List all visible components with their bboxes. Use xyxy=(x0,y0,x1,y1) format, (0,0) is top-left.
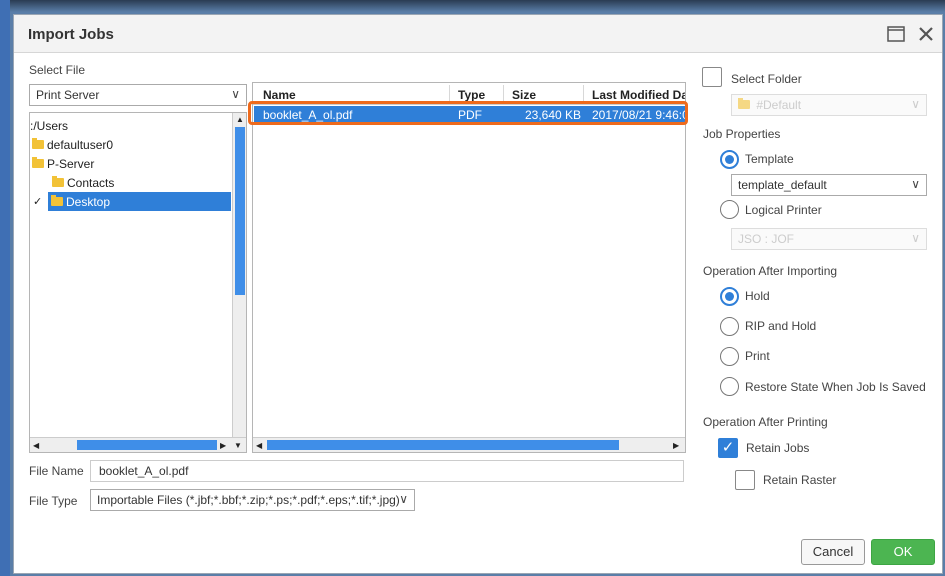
template-radio[interactable] xyxy=(720,150,739,169)
select-folder-label: Select Folder xyxy=(731,72,802,86)
tree-item-selected[interactable]: Desktop xyxy=(48,192,231,211)
background-top xyxy=(0,0,945,12)
retain-jobs-checkbox[interactable]: ✓ xyxy=(718,438,738,458)
logical-printer-select-value: JSO : JOF xyxy=(738,232,795,246)
select-file-label: Select File xyxy=(29,63,86,77)
file-type-label: File Type xyxy=(29,494,78,508)
restore-state-label: Restore State When Job Is Saved xyxy=(745,380,926,394)
retain-raster-label: Retain Raster xyxy=(763,473,837,487)
print-label: Print xyxy=(745,349,770,363)
tree-item[interactable]: P-Server xyxy=(32,154,94,173)
print-radio[interactable] xyxy=(720,347,739,366)
folder-icon xyxy=(52,176,64,187)
file-name-input[interactable]: booklet_A_ol.pdf xyxy=(90,460,684,482)
retain-jobs-label: Retain Jobs xyxy=(746,441,810,455)
template-select-value: template_default xyxy=(738,178,827,192)
hold-label: Hold xyxy=(745,289,770,303)
column-header-size[interactable]: Size xyxy=(512,88,536,102)
hold-radio[interactable] xyxy=(720,287,739,306)
tree-horizontal-scrollbar[interactable]: ◀ ▶ ▼ xyxy=(30,437,246,452)
scroll-left-icon[interactable]: ◀ xyxy=(33,441,39,450)
tree-vertical-scrollbar[interactable]: ▲ xyxy=(232,113,246,437)
folder-icon xyxy=(51,195,63,206)
folder-tree: :/Users defaultuser0 P-Server Contacts ✓… xyxy=(29,112,247,453)
logical-printer-label: Logical Printer xyxy=(745,203,822,217)
job-properties-label: Job Properties xyxy=(703,127,781,141)
expand-chevron-icon[interactable]: ✓ xyxy=(33,192,42,211)
scroll-right-icon[interactable]: ▶ xyxy=(220,441,226,450)
source-select[interactable]: Print Server ∨ xyxy=(29,84,247,106)
scroll-thumb[interactable] xyxy=(235,127,245,295)
cancel-button[interactable]: Cancel xyxy=(801,539,865,565)
column-header-type[interactable]: Type xyxy=(458,88,485,102)
column-header-name[interactable]: Name xyxy=(263,88,296,102)
scroll-right-icon[interactable]: ▶ xyxy=(673,441,679,450)
chevron-down-icon: ∨ xyxy=(399,492,408,506)
logical-printer-radio[interactable] xyxy=(720,200,739,219)
folder-icon xyxy=(32,138,44,149)
after-printing-label: Operation After Printing xyxy=(703,415,828,429)
file-type-select[interactable]: Importable Files (*.jbf;*.bbf;*.zip;*.ps… xyxy=(90,489,415,511)
dialog-titlebar: Import Jobs xyxy=(14,15,942,53)
background-left xyxy=(0,0,10,576)
tree-item[interactable]: Contacts xyxy=(52,173,114,192)
folder-select[interactable]: #Default ∨ xyxy=(731,94,927,116)
scroll-down-icon[interactable]: ▼ xyxy=(234,441,242,450)
column-header-modified[interactable]: Last Modified Da xyxy=(592,88,685,102)
template-select[interactable]: template_default ∨ xyxy=(731,174,927,196)
scroll-left-icon[interactable]: ◀ xyxy=(256,441,262,450)
retain-raster-checkbox[interactable] xyxy=(735,470,755,490)
chevron-down-icon: ∨ xyxy=(231,87,240,101)
folder-select-value: #Default xyxy=(756,98,802,112)
select-folder-checkbox[interactable] xyxy=(702,67,722,87)
dialog-title: Import Jobs xyxy=(28,26,114,43)
import-jobs-dialog: Import Jobs Select File Print Server ∨ :… xyxy=(13,14,943,574)
source-select-value: Print Server xyxy=(36,88,100,102)
ok-button[interactable]: OK xyxy=(871,539,935,565)
logical-printer-select[interactable]: JSO : JOF ∨ xyxy=(731,228,927,250)
tree-item[interactable]: :/Users xyxy=(30,116,68,135)
tree-item[interactable]: defaultuser0 xyxy=(32,135,113,154)
scroll-up-icon[interactable]: ▲ xyxy=(236,115,244,124)
selection-highlight-outline xyxy=(248,101,688,125)
template-label: Template xyxy=(745,152,794,166)
maximize-icon[interactable] xyxy=(884,22,908,46)
file-type-select-value: Importable Files (*.jbf;*.bbf;*.zip;*.ps… xyxy=(97,493,400,507)
restore-state-radio[interactable] xyxy=(720,377,739,396)
chevron-down-icon: ∨ xyxy=(911,231,920,245)
file-name-label: File Name xyxy=(29,464,84,478)
folder-icon xyxy=(32,157,44,168)
chevron-down-icon: ∨ xyxy=(911,177,920,191)
close-icon[interactable] xyxy=(914,22,938,46)
rip-and-hold-radio[interactable] xyxy=(720,317,739,336)
scroll-thumb[interactable] xyxy=(77,440,217,450)
scroll-thumb[interactable] xyxy=(267,440,619,450)
folder-icon xyxy=(738,98,750,109)
file-list-horizontal-scrollbar[interactable]: ◀ ▶ xyxy=(253,437,685,452)
after-importing-label: Operation After Importing xyxy=(703,264,838,278)
chevron-down-icon: ∨ xyxy=(911,97,920,111)
file-list: Name Type Size Last Modified Da booklet_… xyxy=(252,82,686,453)
rip-and-hold-label: RIP and Hold xyxy=(745,319,817,333)
